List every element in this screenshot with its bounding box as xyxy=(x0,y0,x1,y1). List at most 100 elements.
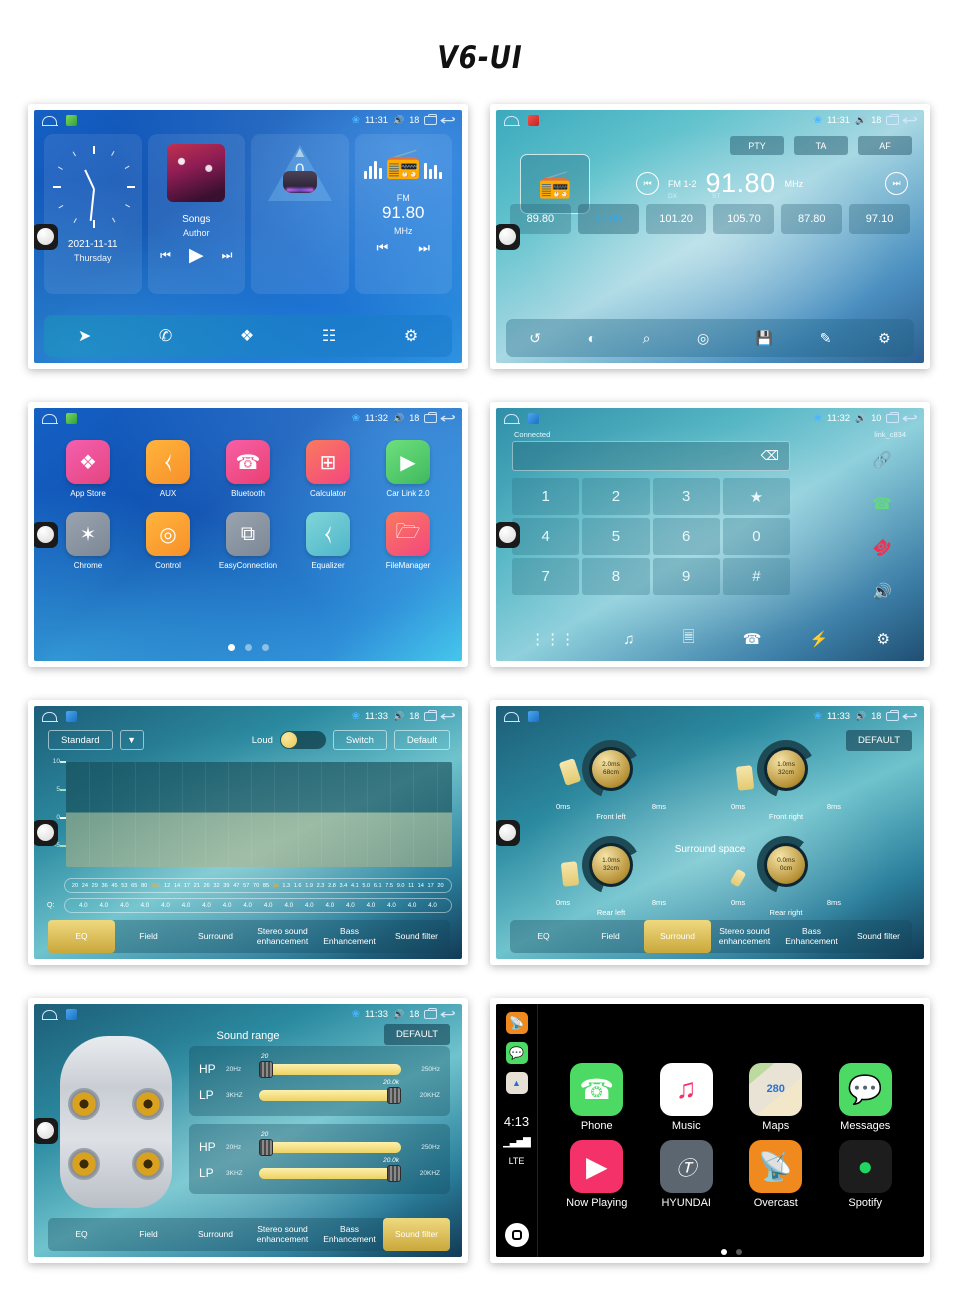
page-dot[interactable] xyxy=(735,1249,742,1255)
key-8[interactable]: 8 xyxy=(582,558,650,595)
equalizer-badge-icon[interactable] xyxy=(66,710,77,722)
key-6[interactable]: 6 xyxy=(652,518,720,555)
app-item-equalizer[interactable]: ⧼ Equalizer xyxy=(288,512,368,570)
app-item-filemanager[interactable]: 🗁 FileManager xyxy=(368,512,448,570)
prev-track-icon[interactable]: ⏮ xyxy=(160,248,171,263)
switch-button[interactable]: Switch xyxy=(332,730,387,750)
music-widget[interactable]: Songs Author ⏮ ▶ ⏭ xyxy=(147,134,245,294)
back-icon[interactable]: ↩ xyxy=(440,708,456,725)
home-icon[interactable] xyxy=(503,115,520,126)
key-2[interactable]: 2 xyxy=(582,478,650,515)
preset-button[interactable]: 91.80 xyxy=(577,204,639,234)
settings-icon[interactable]: ⚙ xyxy=(876,630,889,648)
key-7[interactable]: 7 xyxy=(512,558,580,595)
calllog-icon[interactable]: ☎ xyxy=(743,630,762,648)
tab-bass-enhancement[interactable]: Bass Enhancement xyxy=(316,1218,383,1251)
music-icon[interactable]: ♫ xyxy=(623,631,634,648)
tab-field[interactable]: Field xyxy=(115,1218,182,1251)
hp-slider[interactable]: 20 xyxy=(259,1131,401,1156)
key-5[interactable]: 5 xyxy=(582,518,650,555)
page-dot[interactable] xyxy=(261,644,269,651)
sync-icon[interactable]: ⚡ xyxy=(810,630,829,648)
key-9[interactable]: 9 xyxy=(652,558,720,595)
carplay-app-hyundai[interactable]: Ⓣ HYUNDAI xyxy=(642,1139,732,1209)
preset-button[interactable]: 87.80 xyxy=(781,204,843,234)
recents-icon[interactable] xyxy=(886,709,900,721)
hardware-knob[interactable] xyxy=(34,223,58,250)
home-icon[interactable] xyxy=(41,413,58,424)
recents-icon[interactable] xyxy=(424,113,438,125)
carplay-app-nowplaying[interactable]: ▶ Now Playing xyxy=(552,1139,642,1209)
q-value-row[interactable]: 4.0 4.0 4.0 4.0 4.0 4.0 4.0 4.0 4.0 4.0 … xyxy=(64,898,452,913)
apps-icon[interactable]: ❖ xyxy=(240,326,254,346)
radio-prev-icon[interactable]: ⏮ xyxy=(377,240,389,256)
hardware-knob[interactable] xyxy=(496,223,520,250)
tab-sound-filter[interactable]: Sound filter xyxy=(383,1218,450,1251)
lp-slider[interactable]: 20.0k xyxy=(259,1079,401,1104)
clock-widget[interactable]: 2021-11-11 Thursday xyxy=(44,134,142,294)
dx-label[interactable]: DX xyxy=(668,193,677,200)
overcast-side-icon[interactable]: 📡 xyxy=(505,1012,528,1034)
equalizer-badge-icon[interactable] xyxy=(528,710,539,722)
link-icon[interactable]: 🔗 xyxy=(854,441,910,478)
messages-side-icon[interactable]: 💬 xyxy=(505,1042,528,1064)
hardware-knob[interactable] xyxy=(496,819,520,846)
app-item-easyconnection[interactable]: ⧉ EasyConnection xyxy=(208,512,288,570)
back-icon[interactable]: ↩ xyxy=(902,410,918,427)
maps-side-icon[interactable]: ▲ xyxy=(505,1072,528,1094)
settings-icon[interactable]: ⚙ xyxy=(878,330,891,347)
tab-bass-enhancement[interactable]: Bass Enhancement xyxy=(778,920,845,953)
next-track-icon[interactable]: ⏭ xyxy=(222,248,233,263)
recents-icon[interactable] xyxy=(424,1007,438,1019)
key-0[interactable]: 0 xyxy=(722,518,790,555)
chevron-down-icon[interactable]: ▼ xyxy=(119,730,144,750)
navigation-icon[interactable]: ➤ xyxy=(78,326,91,346)
key-3[interactable]: 3 xyxy=(652,478,720,515)
hardware-knob[interactable] xyxy=(34,819,58,846)
radio-widget[interactable]: 📻 FM 91.80 MHz ⏮ ⏭ xyxy=(354,134,452,294)
save-icon[interactable]: 💾 xyxy=(756,330,773,347)
preset-select[interactable]: Standard xyxy=(48,730,113,750)
af-button[interactable]: AF xyxy=(858,136,912,155)
carplay-app-maps[interactable]: 280 Maps xyxy=(731,1062,821,1132)
key-star[interactable]: ★ xyxy=(722,478,790,515)
page-dot[interactable] xyxy=(720,1249,727,1255)
carplay-app-overcast[interactable]: 📡 Overcast xyxy=(731,1139,821,1209)
app-item-control[interactable]: ◎ Control xyxy=(128,512,208,570)
default-button[interactable]: Default xyxy=(393,730,450,750)
tab-field[interactable]: Field xyxy=(577,920,644,953)
key-4[interactable]: 4 xyxy=(512,518,580,555)
tab-eq[interactable]: EQ xyxy=(48,920,115,953)
tab-stereo-sound-enhancement[interactable]: Stereo sound enhancement xyxy=(249,920,316,953)
tab-stereo-sound-enhancement[interactable]: Stereo sound enhancement xyxy=(711,920,778,953)
edit-icon[interactable]: ✎ xyxy=(820,330,832,347)
radio-badge-icon[interactable] xyxy=(528,114,539,126)
ta-button[interactable]: TA xyxy=(794,136,848,155)
equalizer-badge-icon[interactable] xyxy=(66,1008,77,1020)
lp-slider[interactable]: 20.0k xyxy=(259,1157,401,1182)
default-button[interactable]: DEFAULT xyxy=(383,1024,450,1045)
app-item-calculator[interactable]: ⊞ Calculator xyxy=(288,440,368,498)
home-icon[interactable] xyxy=(503,711,520,722)
app-badge-icon[interactable] xyxy=(66,412,77,424)
call-icon[interactable]: ☎ xyxy=(854,485,910,522)
recents-icon[interactable] xyxy=(886,113,900,125)
tab-surround[interactable]: Surround xyxy=(182,920,249,953)
settings-icon[interactable]: ⚙ xyxy=(404,326,418,346)
eq-curve-chart[interactable] xyxy=(66,762,452,867)
tab-eq[interactable]: EQ xyxy=(510,920,577,953)
carplay-app-music[interactable]: ♫ Music xyxy=(642,1062,732,1132)
tab-eq[interactable]: EQ xyxy=(48,1218,115,1251)
app-item-aux[interactable]: ⧼ AUX xyxy=(128,440,208,498)
app-badge-icon[interactable] xyxy=(66,114,77,126)
bluetooth-badge-icon[interactable] xyxy=(528,412,539,424)
carlink-icon[interactable]: ☷ xyxy=(322,326,336,346)
seek-up-icon[interactable]: ⏭ xyxy=(885,172,908,195)
tab-sound-filter[interactable]: Sound filter xyxy=(845,920,912,953)
app-item-appstore[interactable]: ❖ App Store xyxy=(48,440,128,498)
phone-number-input[interactable]: ⌫ xyxy=(512,441,790,471)
carplay-home-icon[interactable] xyxy=(504,1223,529,1247)
app-item-bluetooth[interactable]: ☎ Bluetooth xyxy=(208,440,288,498)
preset-button[interactable]: 101.20 xyxy=(645,204,707,234)
search-icon[interactable]: ⌕ xyxy=(643,330,651,347)
